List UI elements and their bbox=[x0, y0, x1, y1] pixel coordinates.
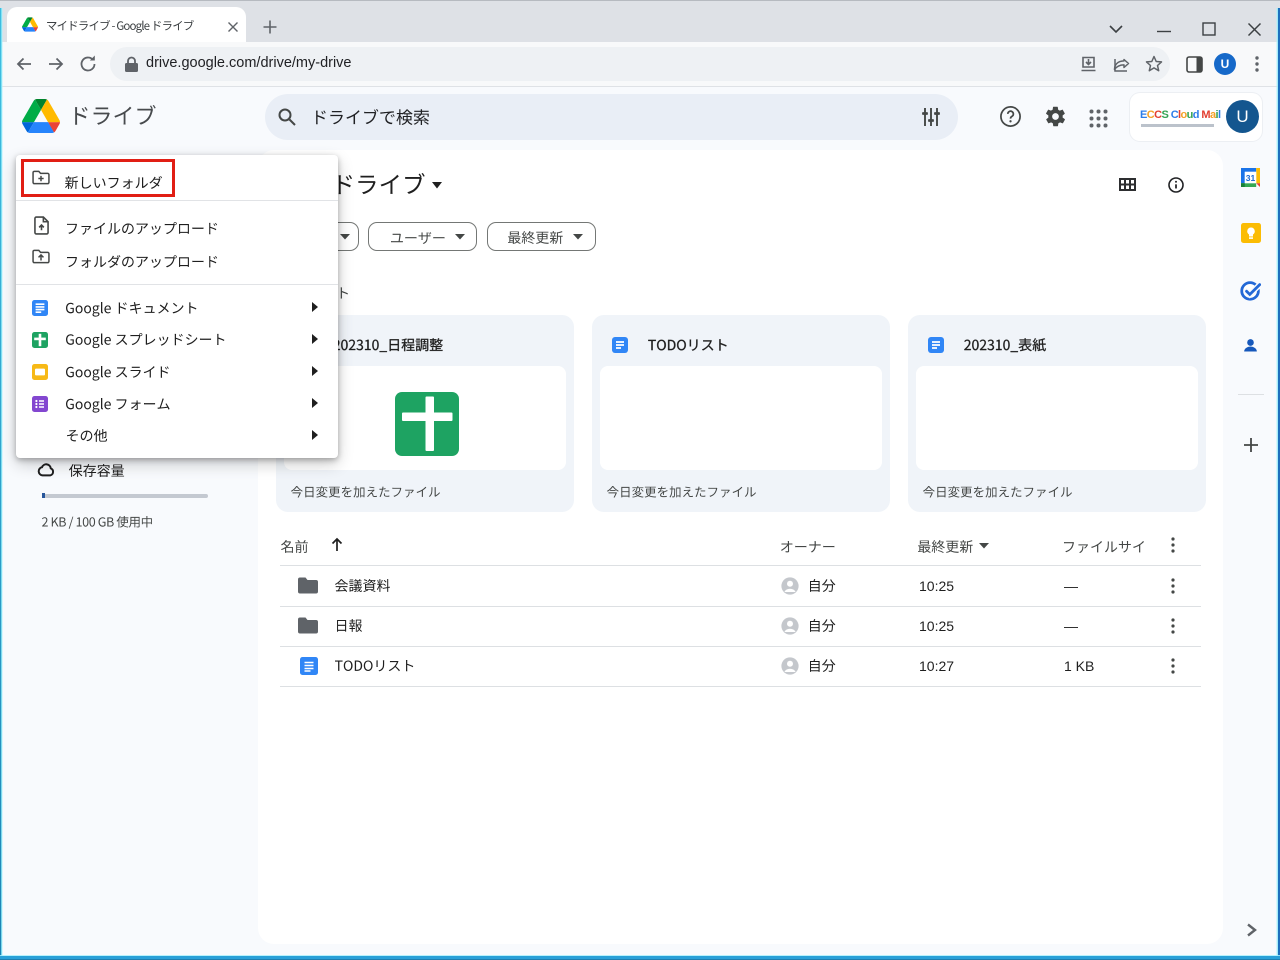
svg-text:31: 31 bbox=[1246, 173, 1256, 183]
